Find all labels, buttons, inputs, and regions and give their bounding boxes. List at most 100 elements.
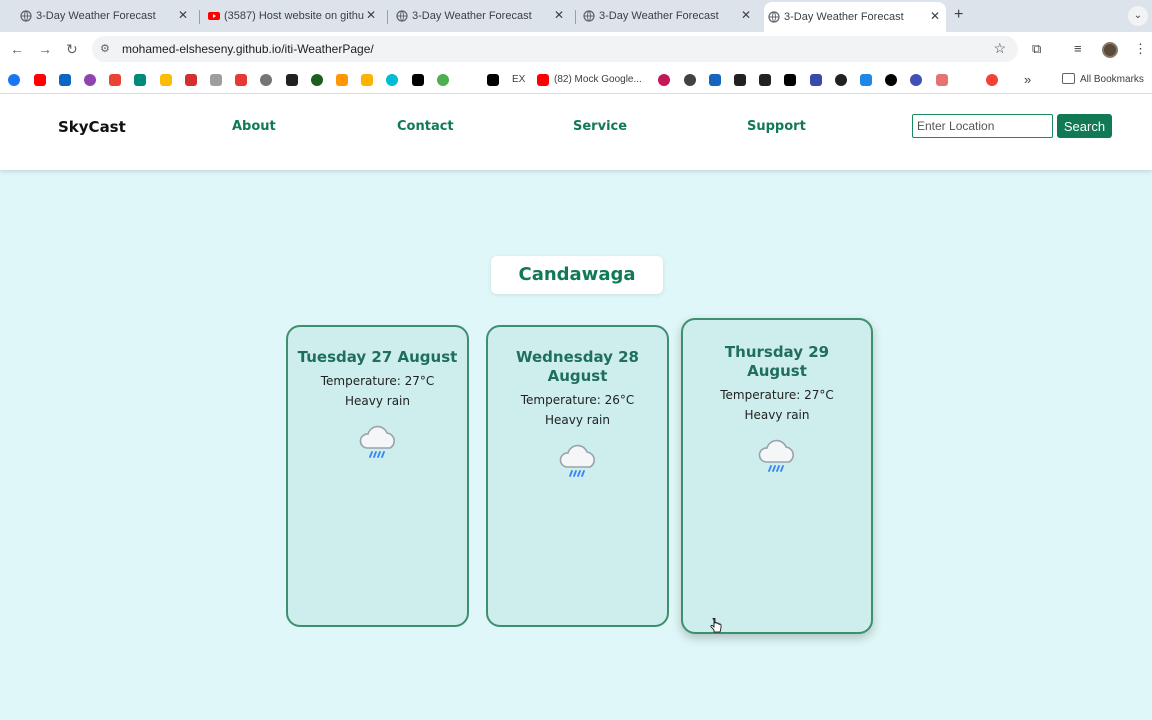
forecast-card-hovered: Thursday 29 August Temperature: 27°C Hea… [681, 318, 873, 634]
tab-separator [199, 10, 200, 24]
forecast-temperature: Temperature: 27°C [320, 374, 435, 388]
bookmark-icon[interactable] [361, 74, 373, 86]
drive-icon[interactable] [160, 74, 172, 86]
tab-title: 3-Day Weather Forecast [784, 11, 904, 23]
tab-title: 3-Day Weather Forecast [599, 10, 719, 22]
youtube-icon[interactable] [537, 74, 549, 86]
meet-icon[interactable] [134, 74, 146, 86]
bookmark-icon[interactable] [235, 74, 247, 86]
site-info-icon[interactable]: ⚙ [100, 42, 110, 55]
dev-icon[interactable] [759, 74, 771, 86]
media-control-icon[interactable]: ≡ [1074, 41, 1082, 56]
forecast-condition: Heavy rain [344, 394, 410, 408]
browser-tab[interactable]: (3587) Host website on githu ✕ [204, 4, 382, 28]
tab-separator [387, 10, 388, 24]
close-tab-icon[interactable]: ✕ [178, 8, 188, 22]
new-tab-plus-icon[interactable]: + [954, 6, 963, 24]
heavy-rain-icon [358, 422, 398, 460]
forecast-date: Tuesday 27 August [297, 348, 458, 366]
bookmark-label[interactable]: EX [512, 74, 525, 85]
close-tab-icon[interactable]: ✕ [930, 9, 940, 23]
tab-title: 3-Day Weather Forecast [412, 10, 532, 22]
bookmark-icon[interactable] [709, 74, 721, 86]
forecast-condition: Heavy rain [544, 413, 610, 427]
browser-menu-icon[interactable]: ⋮ [1134, 41, 1147, 57]
forecast-card: Tuesday 27 August Temperature: 27°C Heav… [286, 325, 469, 627]
location-search-input[interactable] [912, 114, 1053, 138]
bookmark-icon[interactable] [986, 74, 998, 86]
nav-link-service[interactable]: Service [573, 119, 627, 134]
browser-tab[interactable]: 3-Day Weather Forecast ✕ [16, 4, 194, 28]
browser-tab-strip: 3-Day Weather Forecast ✕ (3587) Host web… [0, 0, 1152, 32]
nav-link-about[interactable]: About [232, 119, 276, 134]
bookmark-icon[interactable] [860, 74, 872, 86]
bookmark-icon[interactable] [885, 74, 897, 86]
site-navbar: SkyCast About Contact Service Support Se… [0, 94, 1152, 170]
heavy-rain-icon [757, 436, 797, 474]
tab-separator [575, 10, 576, 24]
bookmark-icon[interactable] [84, 74, 96, 86]
globe-icon [768, 11, 780, 23]
close-tab-icon[interactable]: ✕ [554, 8, 564, 22]
tab-search-chevron-icon[interactable]: ⌄ [1128, 6, 1148, 26]
gmail-icon[interactable] [109, 74, 121, 86]
forecast-date: Thursday 29 August [724, 343, 830, 380]
forecast-temperature: Temperature: 27°C [720, 388, 834, 402]
bookmark-icon[interactable] [810, 74, 822, 86]
all-bookmarks-link[interactable]: All Bookmarks [1080, 74, 1144, 85]
location-heading: Candawaga [491, 256, 663, 294]
forecast-temperature: Temperature: 26°C [520, 393, 635, 407]
chart-bookmark-icon[interactable] [336, 74, 348, 86]
globe-icon [20, 10, 32, 22]
x-icon[interactable] [412, 74, 424, 86]
extensions-puzzle-icon[interactable]: ⧉ [1032, 41, 1041, 57]
bookmark-icon[interactable] [386, 74, 398, 86]
youtube-icon [208, 12, 220, 20]
search-button[interactable]: Search [1057, 114, 1112, 138]
bookmark-icon[interactable] [185, 74, 197, 86]
bookmark-icon[interactable] [936, 74, 948, 86]
folder-icon[interactable] [1062, 73, 1075, 84]
url-text[interactable]: mohamed-elsheseny.github.io/iti-WeatherP… [122, 42, 374, 56]
site-logo[interactable]: SkyCast [58, 118, 126, 136]
hand-cursor-icon [710, 618, 722, 633]
close-tab-icon[interactable]: ✕ [741, 8, 751, 22]
browser-tab[interactable]: 3-Day Weather Forecast ✕ [579, 4, 757, 28]
tab-title: (3587) Host website on githu [224, 10, 365, 22]
bookmark-icon[interactable] [658, 74, 670, 86]
address-bar[interactable]: ⚙ mohamed-elsheseny.github.io/iti-Weathe… [92, 36, 1018, 62]
bookmark-icon[interactable] [784, 74, 796, 86]
forecast-card: Wednesday 28 August Temperature: 26°C He… [486, 325, 669, 627]
bookmarks-bar: EX (82) Mock Google... » All Bookmarks [0, 66, 1152, 94]
profile-avatar[interactable] [1102, 42, 1118, 58]
bookmark-icon[interactable] [487, 74, 499, 86]
bookmark-icon[interactable] [684, 74, 696, 86]
forward-arrow-icon[interactable]: → [38, 41, 52, 57]
bookmark-icon[interactable] [734, 74, 746, 86]
bookmark-label[interactable]: (82) Mock Google... [554, 74, 642, 85]
globe-icon [583, 10, 595, 22]
bookmark-icon[interactable] [286, 74, 298, 86]
linkedin-icon[interactable] [59, 74, 71, 86]
close-tab-icon[interactable]: ✕ [366, 8, 376, 22]
bookmark-icon[interactable] [311, 74, 323, 86]
heavy-rain-icon [558, 441, 598, 479]
bookmark-icon[interactable] [437, 74, 449, 86]
bookmark-icon[interactable] [260, 74, 272, 86]
browser-tab-active[interactable]: 3-Day Weather Forecast ✕ [764, 2, 946, 32]
bookmark-icon[interactable] [210, 74, 222, 86]
browser-tab[interactable]: 3-Day Weather Forecast ✕ [392, 4, 570, 28]
youtube-icon[interactable] [34, 74, 46, 86]
reload-icon[interactable]: ↻ [66, 41, 78, 58]
more-bookmarks-chevron-icon[interactable]: » [1024, 72, 1031, 87]
bookmark-icon[interactable] [835, 74, 847, 86]
tab-title: 3-Day Weather Forecast [36, 10, 156, 22]
nav-link-contact[interactable]: Contact [397, 119, 454, 134]
globe-icon [396, 10, 408, 22]
nav-link-support[interactable]: Support [747, 119, 806, 134]
bookmark-icon[interactable] [910, 74, 922, 86]
back-arrow-icon[interactable]: ← [10, 41, 24, 57]
facebook-icon[interactable] [8, 74, 20, 86]
forecast-condition: Heavy rain [744, 408, 810, 422]
bookmark-star-icon[interactable]: ☆ [993, 40, 1006, 57]
